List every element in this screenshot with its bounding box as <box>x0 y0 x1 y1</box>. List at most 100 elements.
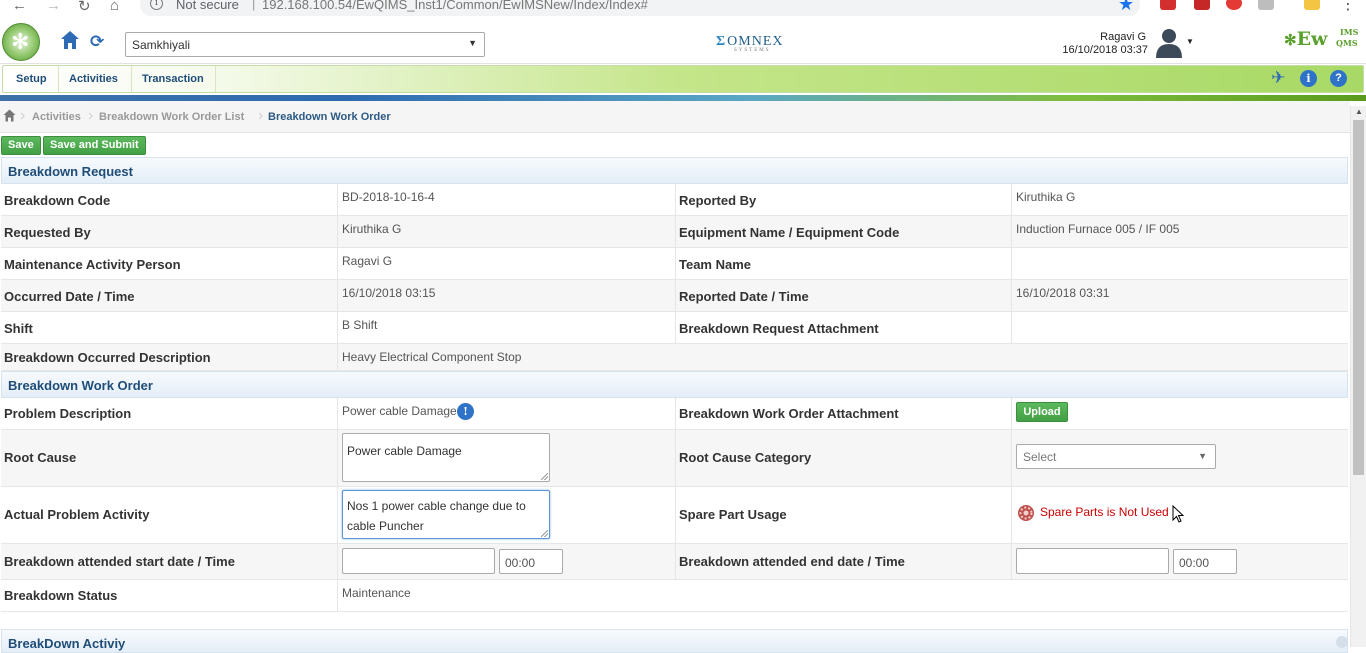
field-label: Reported Date / Time <box>679 289 809 304</box>
maintenance-person-value: Ragavi G <box>342 254 393 268</box>
save-button[interactable]: Save <box>1 136 41 155</box>
site-select-value: Samkhiyali <box>132 38 191 52</box>
profile-extension-icon[interactable] <box>1304 0 1320 10</box>
table-row: Problem Description Power cable Damage !… <box>1 398 1348 430</box>
address-separator: | <box>252 0 256 11</box>
omnex-text: OMNEX <box>727 34 784 49</box>
home-icon[interactable] <box>60 30 80 50</box>
breakdown-activity-header[interactable]: BreakDown Activiy <box>1 629 1348 653</box>
refresh-icon[interactable]: ⟳ <box>90 32 104 52</box>
user-avatar-icon[interactable] <box>1154 26 1184 58</box>
start-time-input[interactable]: 00:00 <box>499 549 563 574</box>
breadcrumb-work-order-list[interactable]: Breakdown Work Order List <box>99 111 244 123</box>
omnex-mark-icon: Σ <box>716 34 727 49</box>
table-row: Breakdown Occurred Description Heavy Ele… <box>1 344 1348 371</box>
omnex-subtext: SYSTEMS <box>734 48 771 53</box>
breakdown-activity-title: BreakDown Activiy <box>8 636 126 651</box>
field-label: Root Cause <box>4 450 77 465</box>
collapse-icon[interactable] <box>1336 636 1348 648</box>
reload-icon[interactable]: ↻ <box>78 0 91 15</box>
actual-problem-text-line: cable Puncher <box>347 519 424 533</box>
scrollbar-thumb[interactable] <box>1353 120 1364 475</box>
field-label: Team Name <box>679 257 752 272</box>
extension-icon[interactable] <box>1258 0 1274 10</box>
field-label: Breakdown Code <box>4 193 111 208</box>
ewqims-ims: IMS <box>1340 27 1359 37</box>
table-row: Shift B Shift Breakdown Request Attachme… <box>1 312 1348 344</box>
save-and-submit-button[interactable]: Save and Submit <box>43 136 146 155</box>
field-label: Equipment Name / Equipment Code <box>679 225 900 240</box>
actual-problem-activity-textarea[interactable]: Nos 1 power cable change due to cable Pu… <box>342 490 550 539</box>
field-label: Spare Part Usage <box>679 507 787 522</box>
site-select[interactable]: Samkhiyali ▼ <box>125 32 485 57</box>
root-cause-text: Power cable Damage <box>347 444 462 458</box>
field-label: Breakdown attended end date / Time <box>679 554 905 569</box>
menu-divider <box>131 66 132 92</box>
menu-divider <box>215 66 216 92</box>
resize-grip-icon[interactable] <box>541 473 548 480</box>
ewqims-text: Ew <box>1296 28 1328 50</box>
menu-setup[interactable]: Setup <box>16 73 47 85</box>
table-row: Root Cause Power cable Damage Root Cause… <box>1 430 1348 487</box>
menu-transaction[interactable]: Transaction <box>142 73 204 85</box>
mouse-cursor-icon <box>1172 505 1184 523</box>
home-browser-icon[interactable]: ⌂ <box>110 0 119 14</box>
scroll-up-icon[interactable]: ▲ <box>1355 107 1363 116</box>
actual-problem-text-line: Nos 1 power cable change due to <box>347 499 526 513</box>
root-cause-textarea[interactable]: Power cable Damage <box>342 433 550 482</box>
occurred-date-value: 16/10/2018 03:15 <box>342 286 436 300</box>
gear-icon <box>1018 505 1034 521</box>
table-row: Maintenance Activity Person Ragavi G Tea… <box>1 248 1348 280</box>
breakdown-code-value: BD-2018-10-16-4 <box>342 190 435 204</box>
extension-icon[interactable] <box>1194 0 1210 10</box>
occurred-description-value: Heavy Electrical Component Stop <box>342 350 522 364</box>
field-label: Actual Problem Activity <box>4 507 150 522</box>
adblock-extension-icon[interactable] <box>1160 0 1176 10</box>
main-menu-bar: Setup Activities Transaction ✈ i ? <box>2 65 1364 93</box>
problem-description-value: Power cable Damage <box>342 404 457 418</box>
field-label: Breakdown attended start date / Time <box>4 554 235 569</box>
ewqims-sun-icon: ✻ <box>1284 31 1297 49</box>
start-date-input[interactable] <box>342 548 495 574</box>
end-time-input[interactable]: 00:00 <box>1173 549 1237 574</box>
end-date-input[interactable] <box>1016 548 1169 574</box>
breadcrumb-home-icon[interactable] <box>3 109 16 122</box>
requested-by-value: Kiruthika G <box>342 222 402 236</box>
table-row: Breakdown Code BD-2018-10-16-4 Reported … <box>1 184 1348 216</box>
breadcrumb-activities[interactable]: Activities <box>32 111 81 123</box>
upload-button[interactable]: Upload <box>1016 402 1068 422</box>
resize-grip-icon[interactable] <box>541 530 548 537</box>
field-label: Breakdown Work Order Attachment <box>679 406 899 421</box>
help-icon[interactable]: ? <box>1330 70 1347 87</box>
breakdown-status-value: Maintenance <box>342 586 411 600</box>
breakdown-work-order-header[interactable]: Breakdown Work Order <box>1 371 1348 398</box>
page-scrollbar[interactable]: ▲ <box>1350 106 1366 647</box>
breakdown-request-header[interactable]: Breakdown Request <box>1 157 1348 184</box>
field-label: Breakdown Status <box>4 588 118 603</box>
info-icon[interactable]: ! <box>457 403 474 420</box>
equipment-value: Induction Furnace 005 / IF 005 <box>1016 222 1180 236</box>
bookmark-star-icon[interactable]: ★ <box>1118 0 1134 15</box>
user-menu-caret-icon[interactable]: ▼ <box>1186 37 1194 46</box>
table-row: Breakdown Status Maintenance <box>1 580 1348 612</box>
spare-parts-link[interactable]: Spare Parts is Not Used <box>1040 505 1169 519</box>
chevron-down-icon: ▼ <box>1198 451 1207 461</box>
field-label: Problem Description <box>4 406 132 421</box>
browser-menu-icon[interactable]: ⋮ <box>1340 0 1356 14</box>
back-icon[interactable]: ← <box>12 0 27 14</box>
info-icon[interactable]: i <box>150 0 163 10</box>
menu-activities[interactable]: Activities <box>69 73 118 85</box>
address-bar[interactable]: i Not secure | 192.168.100.54/EwQIMS_Ins… <box>140 0 1140 16</box>
extension-icon[interactable] <box>1226 0 1242 10</box>
root-cause-category-value: Select <box>1023 450 1057 464</box>
shift-value: B Shift <box>342 318 378 332</box>
root-cause-category-select[interactable]: Select ▼ <box>1016 444 1216 469</box>
field-label: Shift <box>4 321 33 336</box>
breadcrumb: › Activities › Breakdown Work Order List… <box>0 101 1350 133</box>
table-row: Breakdown attended start date / Time 00:… <box>1 544 1348 580</box>
forward-icon[interactable]: → <box>46 0 61 14</box>
info-icon[interactable]: i <box>1300 70 1317 87</box>
pin-icon[interactable]: ✈ <box>1271 68 1285 88</box>
url-text: 192.168.100.54/EwQIMS_Inst1/Common/EwIMS… <box>262 0 648 12</box>
field-label: Root Cause Category <box>679 450 812 465</box>
